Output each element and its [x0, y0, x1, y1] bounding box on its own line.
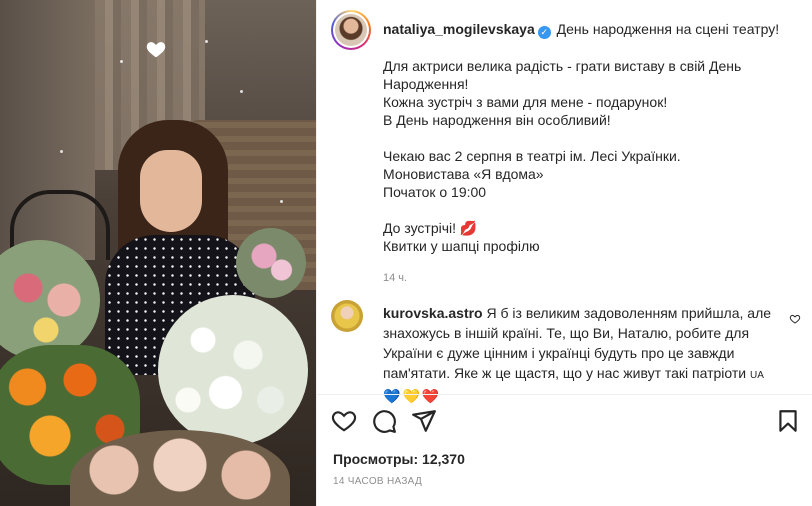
caption-gap [383, 201, 793, 219]
verified-badge-icon: ✓ [537, 26, 551, 39]
caption-text: Моновистава «Я вдома» [383, 166, 544, 182]
caption-text: Кожна зустріч з вами для мене - подаруно… [383, 94, 668, 110]
sparkle [280, 200, 283, 203]
post-caption: nataliya_mogilevskaya ✓ День народження н… [383, 20, 793, 287]
author-avatar[interactable] [331, 10, 371, 50]
post-media[interactable] [0, 0, 316, 506]
caption-line-1: nataliya_mogilevskaya ✓ День народження н… [383, 20, 793, 39]
caption-text: Чекаю вас 2 серпня в театрі ім. Лесі Укр… [383, 148, 681, 164]
person-face [140, 150, 202, 232]
caption-text: День народження на сцені театру! [556, 21, 780, 37]
comment-text: kurovska.astro Я б із великим задоволенн… [383, 303, 783, 406]
caption-text: Початок о 19:00 [383, 184, 487, 200]
kiss-icon: 💋 [459, 220, 478, 236]
yellow-heart-icon: 💛 [402, 388, 422, 404]
caption-text: В День народження він особливий! [383, 112, 611, 128]
heart-filled-icon [145, 38, 167, 60]
paper-plane-icon[interactable] [411, 408, 437, 434]
speech-bubble-icon[interactable] [371, 408, 397, 434]
caption-text: Квитки у шапці профілю [383, 238, 540, 254]
sparkle [240, 90, 243, 93]
pink-bouquet [236, 228, 306, 298]
commenter-avatar[interactable] [331, 300, 363, 332]
comment-hearts: 💙💛❤️ [383, 388, 441, 404]
post-actions-bar [331, 408, 801, 436]
sparkle [205, 40, 208, 43]
bookmark-icon[interactable] [775, 408, 801, 434]
post-time-ago[interactable]: 14 ЧАСОВ НАЗАД [333, 476, 422, 487]
heart-outline-icon[interactable] [331, 408, 357, 434]
red-heart-icon: ❤️ [421, 388, 442, 404]
caption-gap [383, 39, 793, 57]
comment-tag: UA [750, 370, 764, 381]
commenter-username[interactable]: kurovska.astro [383, 305, 483, 321]
actions-divider [317, 394, 812, 395]
caption-text: До зустрічі! [383, 220, 457, 236]
avatar-image [335, 14, 367, 46]
post-panel: nataliya_mogilevskaya ✓ День народження н… [316, 0, 812, 506]
white-daisy-bouquet [158, 295, 308, 445]
sparkle [120, 60, 123, 63]
caption-text: Для актриси велика радість - грати виста… [383, 58, 742, 92]
post-timestamp[interactable]: 14 ч. [383, 269, 793, 287]
sparkle [60, 150, 63, 153]
blue-heart-icon: 💙 [383, 388, 403, 404]
views-count[interactable]: Просмотры: 12,370 [333, 451, 465, 467]
comment-like-icon[interactable] [789, 312, 801, 324]
caption-line-goodbye: До зустрічі! 💋 [383, 219, 793, 237]
author-username[interactable]: nataliya_mogilevskaya [383, 21, 535, 37]
caption-gap [383, 129, 793, 147]
